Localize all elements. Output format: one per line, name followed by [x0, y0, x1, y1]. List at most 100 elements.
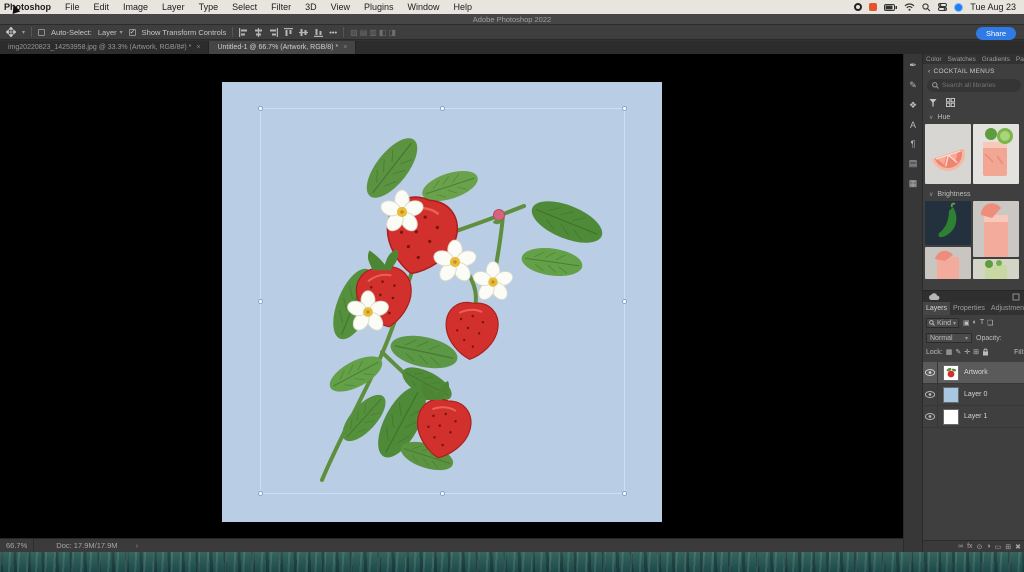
asset-cocktail-with-lime[interactable]: [973, 124, 1019, 184]
menu-image[interactable]: Image: [116, 2, 155, 12]
section-header-hue[interactable]: ∨ Hue: [923, 107, 1024, 124]
blend-mode-dropdown[interactable]: Normal ▾: [926, 333, 972, 343]
move-tool-icon[interactable]: [6, 27, 16, 37]
tab-properties[interactable]: Properties: [950, 302, 988, 315]
link-layers-icon[interactable]: ∞: [958, 543, 963, 550]
add-mask-icon[interactable]: ⊙: [977, 543, 983, 551]
visibility-eye-icon[interactable]: [923, 362, 938, 383]
tab-patterns[interactable]: Patterns: [1013, 54, 1024, 64]
align-right-icon[interactable]: [269, 27, 279, 37]
tool-preset-chevron-icon[interactable]: ▾: [22, 29, 25, 36]
paragraph-panel-icon[interactable]: ¶: [911, 139, 916, 149]
show-transform-checkbox[interactable]: ✓: [128, 28, 136, 36]
menu-view[interactable]: View: [324, 2, 357, 12]
asset-pink-cocktail-tall[interactable]: [973, 201, 1019, 257]
menu-plugins[interactable]: Plugins: [357, 2, 401, 12]
pen-panel-icon[interactable]: ✒: [909, 60, 917, 71]
document-tab-active[interactable]: Untitled-1 @ 66.7% (Artwork, RGB/8) * ×: [209, 41, 357, 54]
shapes-panel-icon[interactable]: ❖: [909, 100, 917, 111]
transform-handle-w[interactable]: [258, 299, 263, 304]
menu-help[interactable]: Help: [447, 2, 480, 12]
cloud-sync-icon[interactable]: [928, 292, 940, 301]
align-middle-v-icon[interactable]: [299, 28, 309, 37]
filter-kind-dropdown[interactable]: Kind ▾: [926, 318, 960, 328]
document-canvas[interactable]: [222, 82, 662, 522]
menu-file[interactable]: File: [58, 2, 87, 12]
character-panel-icon[interactable]: A: [910, 120, 916, 130]
3d-mode-icons[interactable]: ▧▤▥◧◨: [350, 28, 398, 37]
app-status-icon[interactable]: [869, 3, 878, 11]
adjustment-layer-icon[interactable]: ◑: [986, 543, 990, 550]
menu-filter[interactable]: Filter: [264, 2, 298, 12]
asset-grapefruit-slice[interactable]: [925, 124, 971, 184]
menu-photoshop[interactable]: Photoshop: [0, 2, 58, 12]
status-expand-icon[interactable]: ›: [136, 541, 139, 550]
filter-pixel-icon[interactable]: ▣: [963, 319, 970, 327]
battery-icon[interactable]: [884, 3, 898, 11]
close-icon[interactable]: ×: [196, 44, 200, 51]
align-center-h-icon[interactable]: [254, 27, 263, 37]
tab-color[interactable]: Color: [923, 54, 945, 64]
visibility-eye-icon[interactable]: [923, 406, 938, 427]
layer-thumbnail[interactable]: [943, 408, 959, 425]
panel-icon-b[interactable]: ▦: [909, 178, 918, 189]
lock-artboard-icon[interactable]: ⊞: [973, 348, 979, 356]
tab-layers[interactable]: Layers: [923, 302, 951, 315]
filter-type-icon[interactable]: T: [980, 319, 984, 327]
visibility-eye-icon[interactable]: [923, 384, 938, 405]
grid-view-icon[interactable]: [946, 98, 955, 107]
auto-select-checkbox[interactable]: [38, 28, 46, 36]
transform-bounding-box[interactable]: [258, 106, 627, 496]
lock-all-icon[interactable]: [982, 348, 989, 356]
share-button[interactable]: Share: [976, 27, 1016, 40]
asset-green-cocktail[interactable]: [973, 259, 1019, 279]
auto-select-target-dropdown[interactable]: Layer ▾: [98, 28, 123, 37]
menu-layer[interactable]: Layer: [155, 2, 192, 12]
close-icon[interactable]: ×: [343, 44, 347, 51]
new-layer-icon[interactable]: ⊞: [1005, 543, 1011, 551]
browser-app-icon[interactable]: [954, 2, 964, 12]
layer-thumbnail[interactable]: [943, 364, 959, 381]
layer-thumbnail[interactable]: [943, 386, 959, 403]
align-top-icon[interactable]: [284, 27, 294, 37]
align-bottom-icon[interactable]: [314, 28, 324, 37]
layer-style-fx-icon[interactable]: fx: [967, 543, 972, 550]
filter-shape-icon[interactable]: ❏: [987, 319, 993, 327]
transform-handle-n[interactable]: [440, 106, 445, 111]
layer-row-layer0[interactable]: Layer 0: [923, 384, 1024, 406]
filter-adjustment-icon[interactable]: ◐: [973, 319, 977, 327]
lock-pixels-icon[interactable]: ✎: [955, 348, 961, 356]
zoom-level-field[interactable]: 66.7%: [0, 539, 35, 552]
document-tab-inactive[interactable]: img20220823_14253958.jpg @ 33.3% (Artwor…: [0, 41, 210, 54]
menu-3d[interactable]: 3D: [298, 2, 324, 12]
filter-funnel-icon[interactable]: [929, 98, 937, 107]
menu-type[interactable]: Type: [192, 2, 226, 12]
new-group-icon[interactable]: ▭: [995, 543, 1002, 551]
transform-handle-e[interactable]: [622, 299, 627, 304]
align-more-icon[interactable]: •••: [329, 28, 337, 37]
layer-row-layer1[interactable]: Layer 1: [923, 406, 1024, 428]
library-back-row[interactable]: ‹ COCKTAIL MENUS: [923, 64, 1024, 75]
tab-swatches[interactable]: Swatches: [945, 54, 979, 64]
menu-edit[interactable]: Edit: [87, 2, 117, 12]
transform-handle-se[interactable]: [622, 491, 627, 496]
transform-handle-ne[interactable]: [622, 106, 627, 111]
tab-gradients[interactable]: Gradients: [979, 54, 1013, 64]
control-center-icon[interactable]: [938, 3, 948, 11]
layer-row-artwork[interactable]: Artwork: [923, 362, 1024, 384]
menu-select[interactable]: Select: [225, 2, 264, 12]
align-left-icon[interactable]: [239, 27, 248, 37]
brush-panel-icon[interactable]: ✎: [909, 80, 917, 91]
menu-window[interactable]: Window: [401, 2, 447, 12]
transform-handle-s[interactable]: [440, 491, 445, 496]
asset-pink-cocktail[interactable]: [925, 247, 971, 279]
lock-transparency-icon[interactable]: ▦: [946, 348, 953, 356]
window-titlebar[interactable]: Adobe Photoshop 2022: [0, 14, 1024, 25]
section-header-brightness[interactable]: ∨ Brightness: [923, 184, 1024, 201]
asset-chili-pepper[interactable]: [925, 201, 971, 245]
tab-adjustments[interactable]: Adjustments: [988, 302, 1024, 315]
transform-handle-sw[interactable]: [258, 491, 263, 496]
search-icon[interactable]: [922, 2, 931, 12]
delete-layer-icon[interactable]: ✖: [1015, 543, 1021, 551]
library-search-box[interactable]: [927, 79, 1021, 92]
